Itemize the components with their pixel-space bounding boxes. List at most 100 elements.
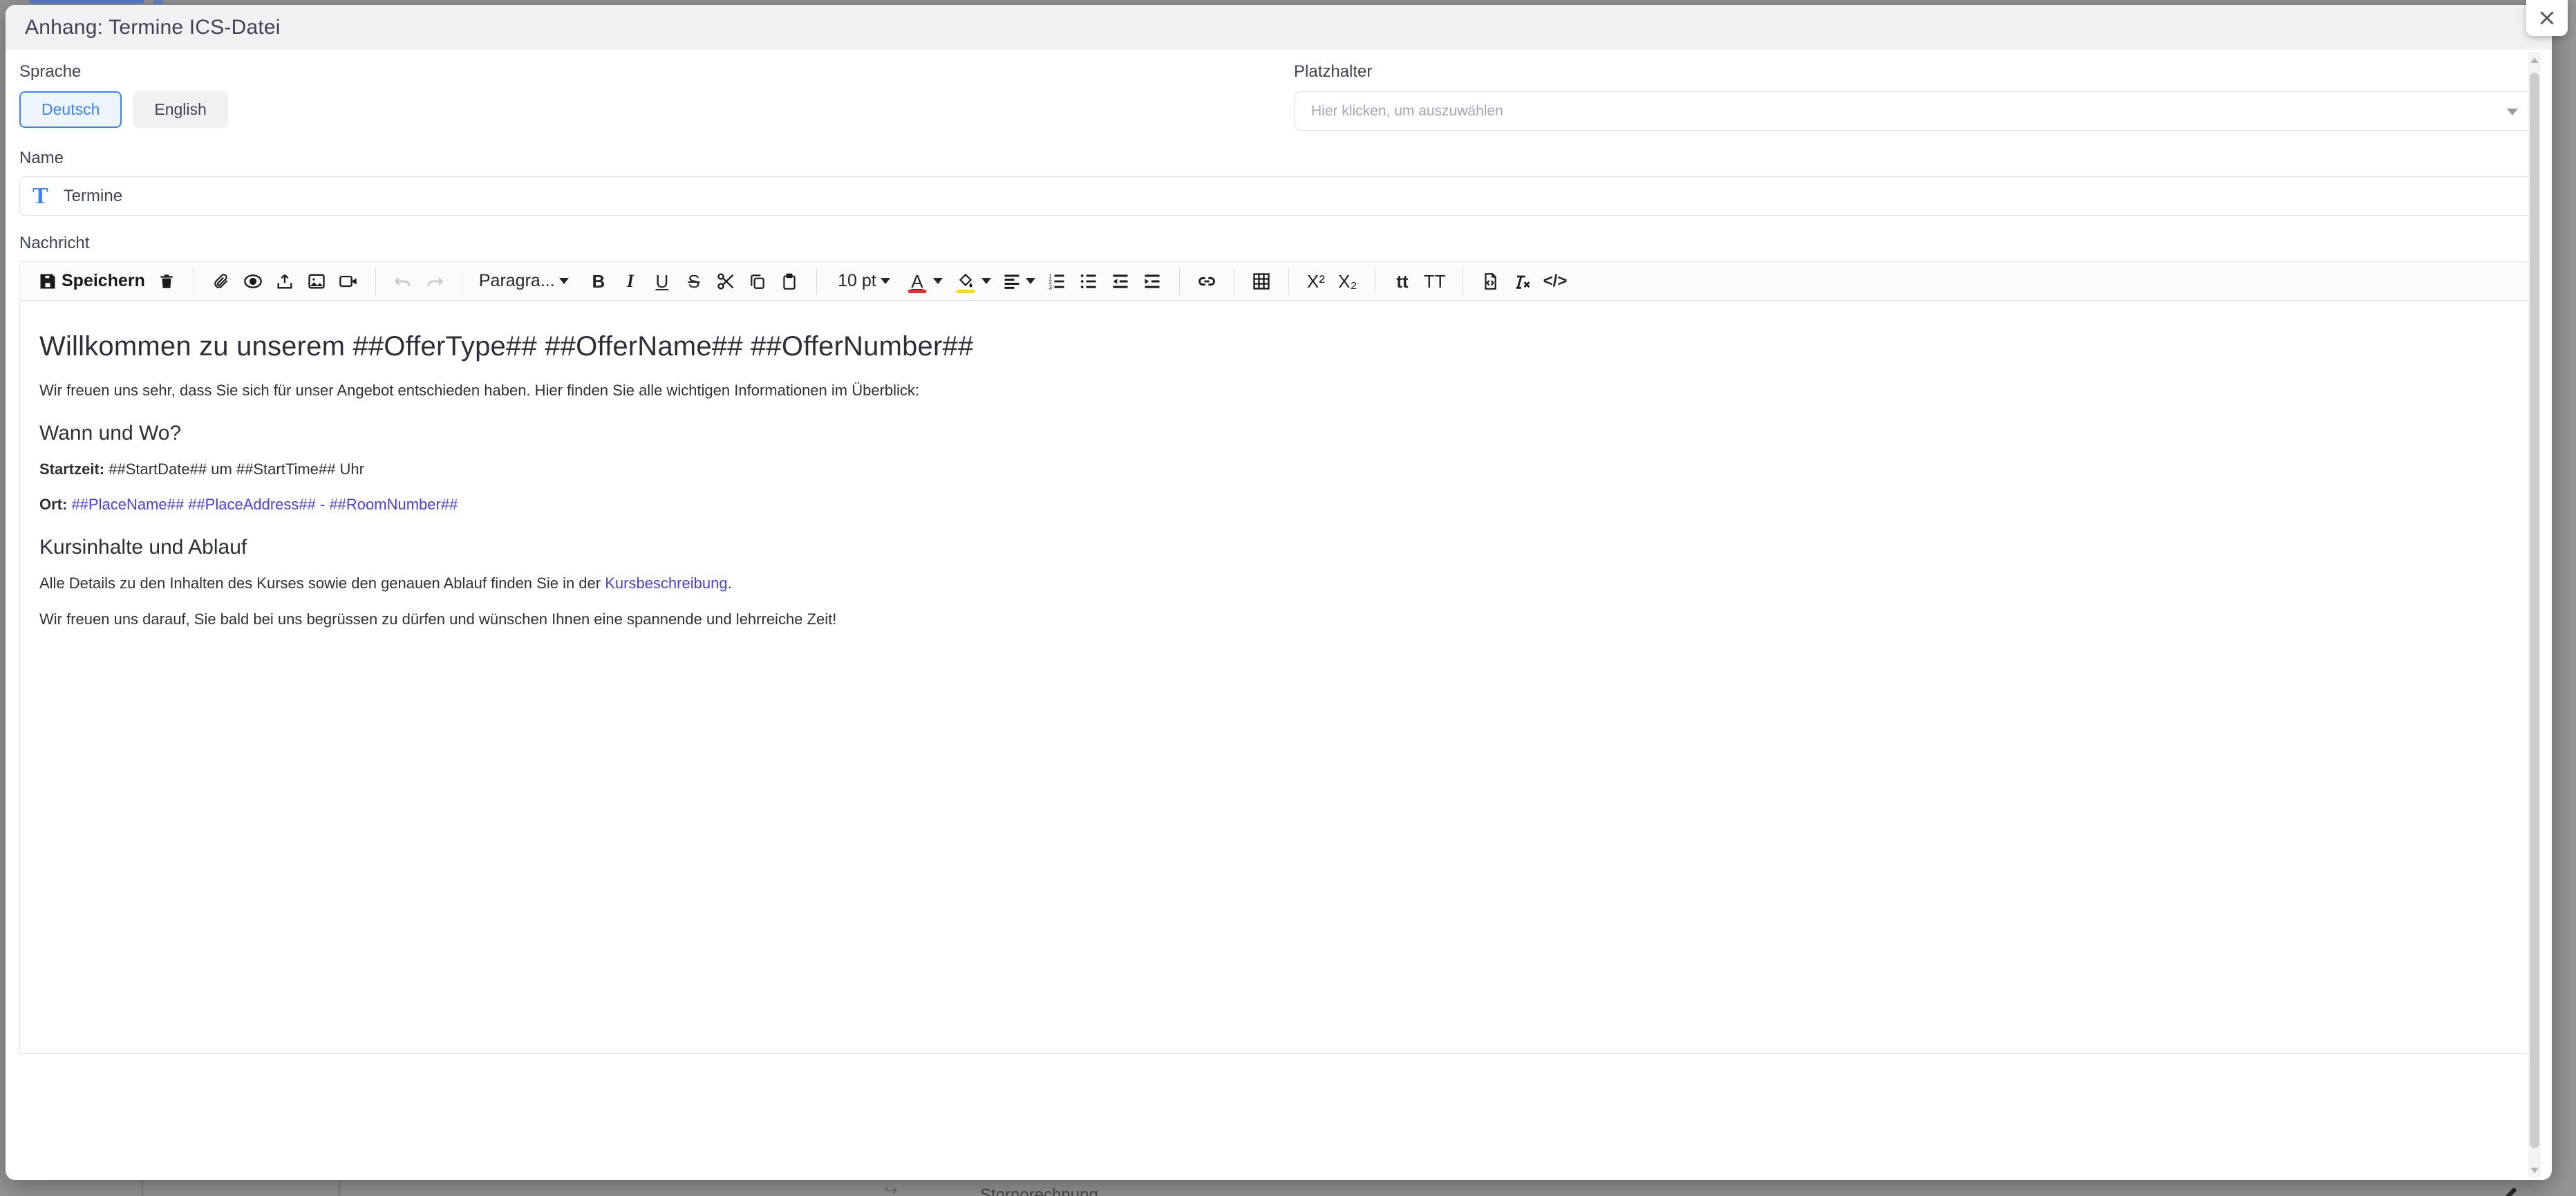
paragraph-format-value: Paragra...: [479, 271, 555, 291]
subscript-icon: X₂: [1338, 272, 1357, 290]
insert-link-button[interactable]: [1194, 268, 1220, 295]
attach-file-button[interactable]: [208, 268, 234, 295]
language-option-english[interactable]: English: [133, 91, 227, 128]
superscript-button[interactable]: X²: [1303, 268, 1329, 295]
paperclip-icon: [212, 272, 230, 291]
editor-content-area[interactable]: Willkommen zu unserem ##OfferType## ##Of…: [20, 301, 2540, 1053]
italic-icon: I: [627, 272, 634, 290]
dialog-header: Anhang: Termine ICS-Datei: [6, 5, 2552, 50]
background-top-accent-small: [153, 0, 163, 4]
scissors-icon: [716, 272, 735, 291]
cut-button[interactable]: [713, 268, 739, 295]
strikethrough-button[interactable]: S: [681, 268, 707, 295]
underline-icon: U: [655, 272, 668, 290]
svg-text:3: 3: [1049, 284, 1052, 290]
scrollbar-thumb[interactable]: [2530, 73, 2539, 1148]
insert-table-button[interactable]: [1248, 268, 1275, 295]
superscript-icon: X²: [1307, 272, 1325, 290]
bullet-list-icon: [1079, 272, 1098, 291]
language-label: Sprache: [19, 62, 1263, 82]
language-toggle: Deutsch English: [19, 91, 1263, 128]
uppercase-icon: TT: [1424, 272, 1446, 290]
redo-button[interactable]: [422, 268, 448, 295]
closing-line: Wir freuen uns darauf, Sie bald bei uns …: [39, 609, 2521, 630]
upload-icon: [275, 272, 294, 291]
message-heading: Willkommen zu unserem ##OfferType## ##Of…: [39, 331, 2521, 362]
chevron-down-icon: [881, 278, 890, 284]
insert-video-button[interactable]: [335, 268, 361, 295]
preview-button[interactable]: [240, 268, 266, 295]
message-section: Nachricht Speichern: [19, 234, 2538, 1054]
insert-image-button[interactable]: [303, 268, 330, 295]
font-color-swatch: [908, 290, 926, 293]
paragraph-format-dropdown[interactable]: Paragra...: [476, 268, 580, 295]
font-color-icon: A: [911, 272, 923, 290]
eye-icon: [243, 272, 263, 291]
indent-icon: [1143, 272, 1162, 291]
save-button[interactable]: Speichern: [35, 268, 148, 295]
upload-button[interactable]: [272, 268, 298, 295]
language-option-deutsch[interactable]: Deutsch: [19, 91, 122, 128]
placeholder-select[interactable]: Hier klicken, um auszuwählen: [1294, 91, 2538, 131]
table-icon: [1252, 272, 1271, 291]
highlight-color-button[interactable]: [951, 268, 994, 295]
source-code-button[interactable]: [1477, 268, 1503, 295]
course-description-link[interactable]: Kursbeschreibung: [605, 574, 727, 592]
subscript-button[interactable]: X₂: [1335, 268, 1361, 295]
align-dropdown[interactable]: [999, 268, 1038, 295]
close-button[interactable]: [2526, 0, 2568, 36]
placeholder-label: Platzhalter: [1294, 62, 2538, 82]
chevron-down-icon: [933, 278, 943, 284]
italic-button[interactable]: I: [617, 268, 643, 295]
scroll-up-icon[interactable]: [2530, 57, 2539, 63]
bullet-list-button[interactable]: [1075, 268, 1102, 295]
clear-formatting-button[interactable]: [1509, 268, 1535, 295]
scroll-down-icon[interactable]: [2530, 1168, 2539, 1173]
place-line: Ort: ##PlaceName## ##PlaceAddress## - ##…: [39, 494, 2521, 515]
dialog-title: Anhang: Termine ICS-Datei: [25, 16, 281, 39]
font-size-dropdown[interactable]: 10 pt: [831, 268, 897, 295]
section-when-where-title: Wann und Wo?: [39, 422, 2521, 445]
undo-button[interactable]: [390, 268, 416, 295]
attachment-dialog: Anhang: Termine ICS-Datei Sprache Deutsc…: [6, 5, 2552, 1180]
message-label: Nachricht: [19, 234, 2538, 253]
toolbar-separator: [1288, 268, 1289, 295]
background-divider: [339, 1180, 340, 1196]
font-color-button[interactable]: A: [903, 268, 946, 295]
link-icon: [1196, 272, 1217, 291]
lowercase-button[interactable]: tt: [1389, 268, 1416, 295]
chevron-down-icon: [1026, 278, 1035, 284]
name-label: Name: [19, 149, 2538, 168]
background-pencil-icon: [2502, 1183, 2523, 1196]
bold-button[interactable]: B: [585, 268, 612, 295]
copy-button[interactable]: [744, 268, 771, 295]
undo-icon: [393, 272, 413, 291]
background-divider: [142, 1180, 143, 1196]
code-view-button[interactable]: </>: [1541, 268, 1570, 295]
bold-icon: B: [592, 272, 605, 290]
outdent-button[interactable]: [1107, 268, 1134, 295]
start-time-label: Startzeit:: [39, 460, 104, 478]
start-time-value: ##StartDate## um ##StartTime## Uhr: [104, 460, 364, 478]
uppercase-button[interactable]: TT: [1421, 268, 1449, 295]
delete-button[interactable]: [153, 268, 180, 295]
clear-formatting-icon: [1512, 272, 1532, 291]
clipboard-icon: [780, 272, 798, 291]
editor-toolbar: Speichern: [20, 262, 2540, 301]
image-icon: [307, 272, 326, 291]
copy-icon: [749, 272, 767, 291]
placeholder-section: Platzhalter Hier klicken, um auszuwählen: [1294, 62, 2538, 131]
placeholder-select-text: Hier klicken, um auszuwählen: [1311, 103, 1503, 120]
close-icon: [2538, 9, 2556, 27]
language-section: Sprache Deutsch English: [19, 62, 1263, 131]
underline-button[interactable]: U: [649, 268, 675, 295]
indent-button[interactable]: [1139, 268, 1165, 295]
background-arrow-icon: ↪: [885, 1181, 897, 1196]
paste-button[interactable]: [776, 268, 802, 295]
name-input[interactable]: [64, 187, 2525, 206]
ordered-list-button[interactable]: 123: [1044, 268, 1070, 295]
dialog-body: Sprache Deutsch English Platzhalter Hier…: [6, 50, 2552, 1054]
toolbar-separator: [1179, 268, 1180, 295]
redo-icon: [425, 272, 444, 291]
modal-scrollbar[interactable]: [2528, 52, 2541, 1177]
